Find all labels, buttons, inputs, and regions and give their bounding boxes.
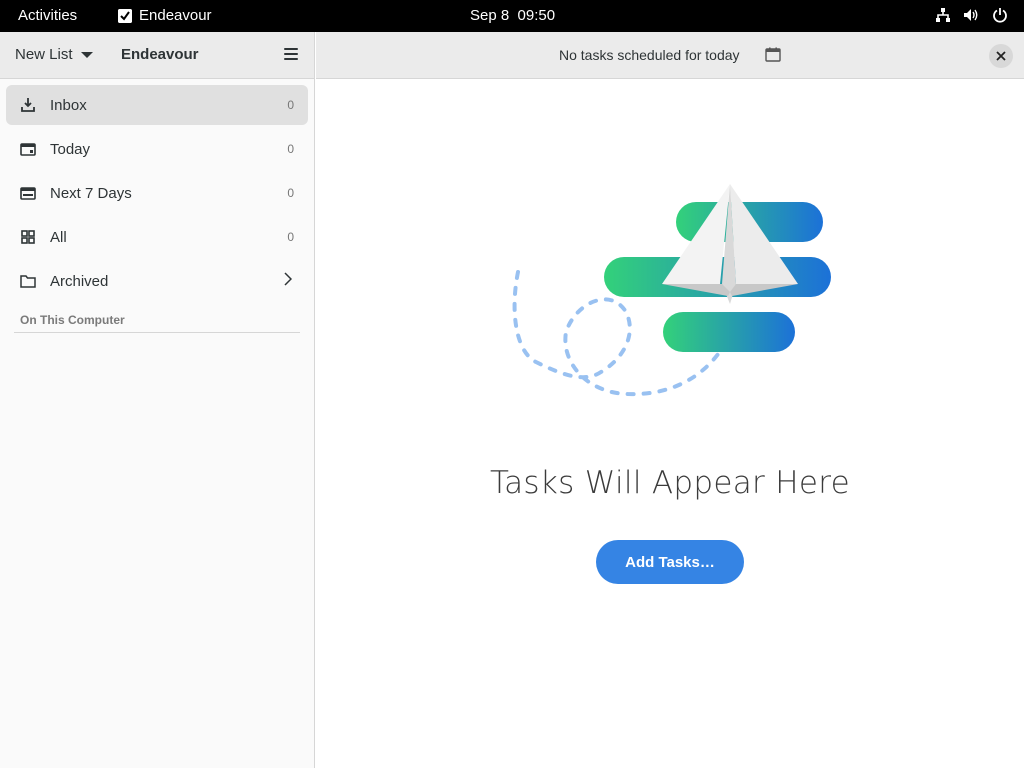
sidebar-item-today[interactable]: Today 0 (6, 129, 308, 169)
sidebar-item-next-7-days[interactable]: Next 7 Days 0 (6, 173, 308, 213)
header-status-text: No tasks scheduled for today (559, 47, 740, 63)
calendar-week-icon (20, 185, 36, 201)
sidebar-item-label: Inbox (50, 96, 87, 114)
system-tray[interactable] (935, 7, 1008, 23)
nav-list: Inbox 0 Today 0 Next 7 Days 0 All 0 Arch… (0, 79, 314, 301)
sidebar-item-label: Next 7 Days (50, 184, 132, 202)
main-pane: No tasks scheduled for today Tasks Will … (316, 32, 1024, 768)
new-list-label: New List (15, 46, 73, 63)
new-list-button[interactable]: New List (15, 46, 93, 63)
hamburger-menu-icon[interactable] (284, 48, 298, 62)
item-count: 0 (287, 186, 294, 200)
caret-down-icon (80, 51, 93, 58)
close-icon (996, 51, 1006, 61)
sidebar-item-inbox[interactable]: Inbox 0 (6, 85, 308, 125)
main-header: No tasks scheduled for today (316, 32, 1024, 79)
app-menu-label: Endeavour (139, 7, 212, 24)
close-window-button[interactable] (989, 44, 1013, 68)
sidebar-item-all[interactable]: All 0 (6, 217, 308, 257)
item-count: 0 (287, 142, 294, 156)
sidebar: New List Endeavour Inbox 0 Today 0 Next … (0, 32, 315, 768)
sidebar-header: New List Endeavour (0, 32, 314, 79)
sidebar-title: Endeavour (121, 46, 199, 63)
network-icon (935, 7, 951, 23)
folder-icon (20, 273, 36, 289)
sidebar-item-archived[interactable]: Archived (6, 261, 308, 301)
calendar-icon (20, 141, 36, 157)
grid-icon (20, 229, 36, 245)
clock[interactable]: Sep 8 09:50 (470, 7, 555, 24)
checkbox-app-icon (118, 8, 132, 23)
item-count: 0 (287, 230, 294, 244)
app-window: New List Endeavour Inbox 0 Today 0 Next … (0, 32, 1024, 768)
activities-button[interactable]: Activities (18, 7, 77, 24)
sidebar-item-label: Today (50, 140, 91, 158)
power-icon (992, 7, 1008, 23)
add-tasks-button[interactable]: Add Tasks… (596, 540, 744, 584)
empty-state-title: Tasks Will Appear Here (490, 465, 850, 501)
calendar-icon[interactable] (765, 47, 781, 67)
app-menu[interactable]: Endeavour (118, 7, 212, 24)
sidebar-item-label: All (50, 228, 67, 246)
gnome-top-bar: Activities Endeavour Sep 8 09:50 (0, 0, 1024, 32)
chevron-right-icon (284, 271, 293, 291)
clock-time: 09:50 (517, 7, 556, 24)
inbox-download-icon (20, 97, 36, 113)
section-divider (14, 332, 300, 333)
clock-date: Sep 8 (470, 7, 510, 24)
paper-plane-illustration (512, 184, 841, 397)
volume-icon (963, 7, 980, 23)
item-count: 0 (287, 98, 294, 112)
sidebar-item-label: Archived (50, 272, 109, 290)
section-label-on-this-computer: On This Computer (20, 313, 125, 327)
